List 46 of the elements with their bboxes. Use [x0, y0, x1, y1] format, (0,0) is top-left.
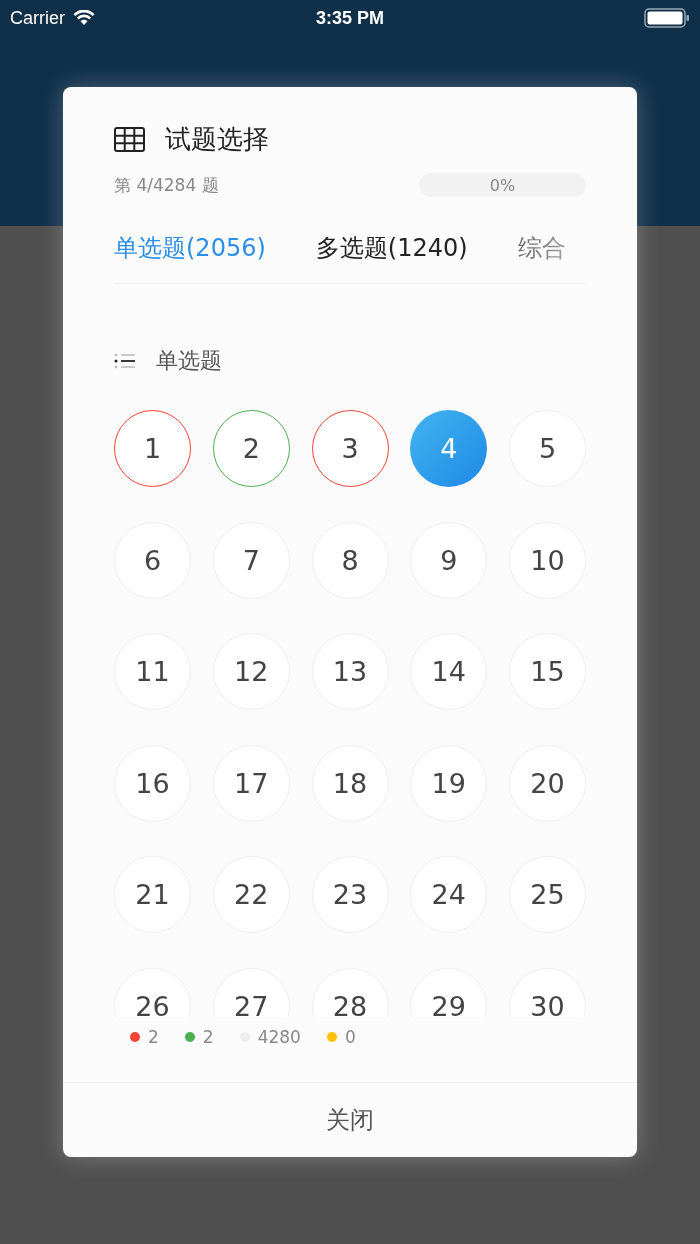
question-number-button[interactable]: 3 — [311, 410, 389, 487]
legend-count: 4280 — [257, 1027, 301, 1047]
question-number-button[interactable]: 7 — [212, 521, 290, 599]
question-number-button[interactable]: 13 — [311, 633, 389, 710]
question-number-button[interactable]: 17 — [212, 744, 290, 822]
legend-count: 2 — [148, 1027, 159, 1047]
close-button[interactable]: 关闭 — [63, 1082, 637, 1157]
section-title: 单选题 — [156, 347, 222, 375]
question-number-button[interactable]: 28 — [311, 967, 389, 1017]
question-number-button[interactable]: 16 — [114, 744, 191, 822]
carrier-label: Carrier — [10, 7, 65, 29]
question-number-button[interactable]: 15 — [509, 633, 586, 710]
status-time: 3:35 PM — [316, 7, 384, 29]
battery-icon — [644, 8, 690, 28]
wifi-icon — [73, 10, 95, 26]
question-number-button[interactable]: 19 — [410, 744, 488, 822]
question-number-button[interactable]: 27 — [212, 967, 290, 1017]
question-number-button[interactable]: 14 — [410, 633, 488, 710]
grid-icon — [114, 126, 145, 152]
category-tab[interactable]: 综合 — [517, 232, 566, 264]
question-number-button[interactable]: 20 — [509, 744, 586, 822]
question-number-button[interactable]: 2 — [212, 410, 290, 487]
question-number-button[interactable]: 18 — [311, 744, 389, 822]
question-number-button[interactable]: 25 — [509, 856, 586, 933]
question-number-button[interactable]: 21 — [114, 856, 191, 933]
question-number-button[interactable]: 30 — [509, 967, 586, 1017]
question-number-button[interactable]: 22 — [212, 856, 290, 933]
progress-bar: 0% — [419, 173, 586, 197]
category-tab[interactable]: 多选题(1240) — [315, 232, 468, 264]
dialog-title: 试题选择 — [165, 122, 269, 156]
question-number-button[interactable]: 8 — [311, 521, 389, 599]
question-position: 第 4/4284 题 — [114, 173, 219, 197]
question-number-button[interactable]: 23 — [311, 856, 389, 933]
list-icon — [114, 352, 136, 370]
question-number-button[interactable]: 5 — [509, 410, 586, 487]
question-number-button[interactable]: 12 — [212, 633, 290, 710]
question-number-button[interactable]: 6 — [114, 521, 191, 599]
legend-count: 0 — [344, 1027, 356, 1047]
question-number-button[interactable]: 29 — [410, 967, 488, 1017]
question-number-button[interactable]: 11 — [114, 633, 191, 710]
legend-count: 2 — [202, 1027, 214, 1047]
question-number-button[interactable]: 1 — [114, 410, 191, 487]
question-number-button[interactable]: 9 — [410, 521, 488, 599]
question-number-button[interactable]: 24 — [410, 856, 488, 933]
question-number-button[interactable]: 10 — [509, 521, 586, 599]
question-number-button[interactable]: 26 — [114, 967, 191, 1017]
